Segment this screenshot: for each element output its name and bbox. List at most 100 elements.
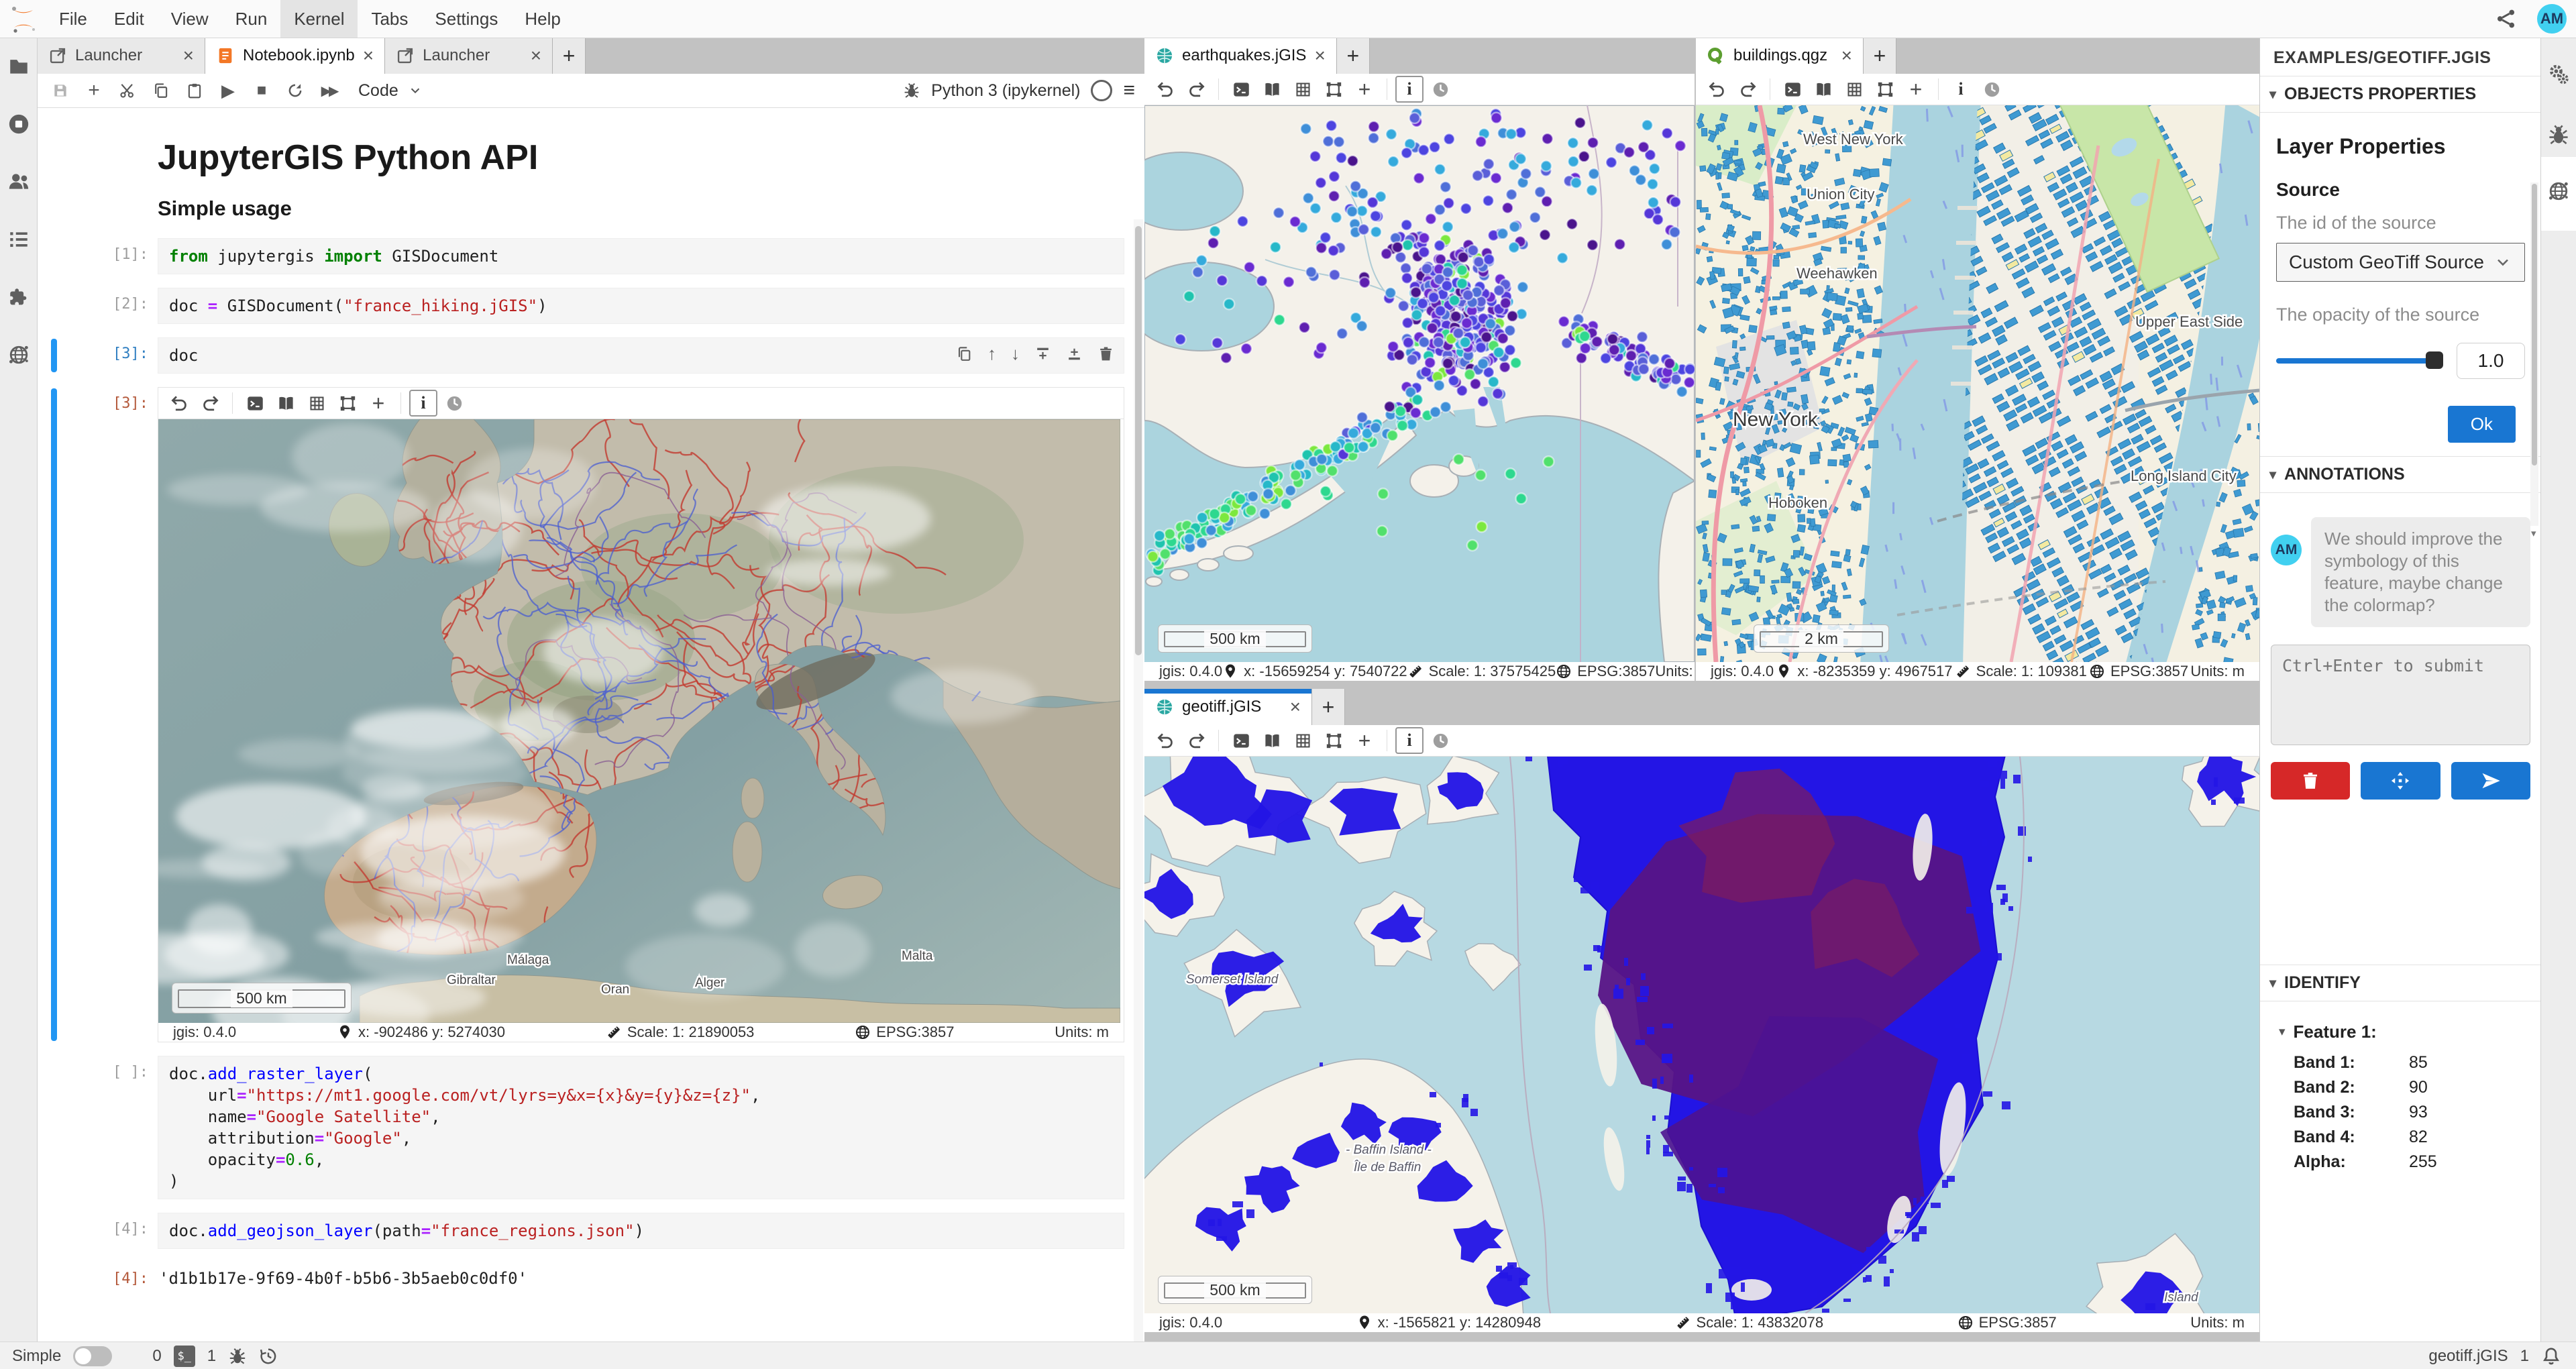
history-icon[interactable] [259,1347,278,1366]
cell-type-dropdown[interactable]: Code [358,81,423,101]
extent-icon[interactable] [1871,76,1899,103]
section-annotations[interactable]: ▾ ANNOTATIONS [2260,457,2541,493]
jupytergis-panel-icon[interactable] [7,343,30,366]
collaboration-icon[interactable] [7,170,30,193]
close-icon[interactable]: × [183,46,194,65]
redo-icon[interactable] [1733,76,1762,103]
identify-icon[interactable]: i [1395,727,1424,754]
new-tab-button[interactable]: + [553,38,586,74]
save-icon[interactable] [47,77,74,104]
ok-button[interactable]: Ok [2448,406,2516,443]
slider-knob[interactable] [2426,351,2443,369]
stop-icon[interactable]: ■ [248,77,275,104]
section-identify[interactable]: ▾ IDENTIFY [2260,965,2541,1001]
grid-icon[interactable] [303,390,331,417]
cell-collapser[interactable] [51,339,57,372]
toolbar-menu-icon[interactable]: ≡ [1123,79,1135,102]
add-layer-icon[interactable]: + [1902,76,1930,103]
kernel-name[interactable]: Python 3 (ipykernel) [931,81,1080,101]
simple-mode-toggle[interactable] [73,1346,112,1366]
buildings-map[interactable]: West New York Union City Weehawken Hobok… [1696,105,2259,662]
identify-icon[interactable]: i [1395,76,1424,103]
delete-annotation-button[interactable] [2271,762,2350,800]
debugger-icon[interactable] [903,82,920,99]
extent-icon[interactable] [333,390,362,417]
tab-launcher-1[interactable]: Launcher × [38,38,205,74]
temporal-clock-icon[interactable] [1426,727,1454,754]
menu-help[interactable]: Help [511,0,574,38]
console-icon[interactable] [241,390,269,417]
undo-icon[interactable] [1151,727,1179,754]
kernel-busy-icon[interactable] [228,1347,247,1366]
output-collapser[interactable] [51,388,57,1041]
submit-annotation-button[interactable] [2451,762,2530,800]
grid-icon[interactable] [1840,76,1868,103]
close-icon[interactable]: × [1841,46,1852,65]
earthquakes-map[interactable]: 500 km [1144,105,1695,662]
identify-feature[interactable]: ▾Feature 1: [2279,1022,2525,1042]
menu-kernel[interactable]: Kernel [280,0,358,38]
insert-cell-icon[interactable]: + [80,77,107,104]
console-badge-icon[interactable]: $_ [174,1346,195,1367]
run-all-icon[interactable]: ▶▶ [315,77,342,104]
undo-icon[interactable] [1151,76,1179,103]
new-tab-button[interactable]: + [1864,38,1896,74]
property-inspector-icon[interactable] [2547,63,2570,86]
undo-icon[interactable] [165,390,193,417]
share-icon[interactable] [2493,5,2520,32]
symbology-icon[interactable] [1258,727,1286,754]
output-collapser[interactable] [51,1264,57,1286]
identify-icon[interactable]: i [409,390,437,417]
console-icon[interactable] [1227,727,1255,754]
file-browser-icon[interactable] [7,55,30,78]
code-input[interactable]: doc.add_raster_layer( url="https://mt1.g… [158,1056,1124,1199]
add-layer-icon[interactable]: + [364,390,392,417]
run-icon[interactable]: ▶ [215,77,241,104]
table-of-contents-icon[interactable] [7,228,30,251]
tab-geotiff[interactable]: geotiff.jGIS × [1144,689,1312,725]
close-icon[interactable]: × [1290,698,1301,716]
cell-collapser[interactable] [51,125,57,223]
grid-icon[interactable] [1289,727,1317,754]
center-annotation-button[interactable] [2361,762,2440,800]
delete-cell-icon[interactable] [1097,343,1114,364]
symbology-icon[interactable] [1258,76,1286,103]
code-input[interactable]: doc ↑ ↓ [158,337,1124,374]
code-input[interactable]: from jupytergis import GISDocument [158,238,1124,274]
bell-icon[interactable] [2541,1346,2561,1366]
add-layer-icon[interactable]: + [1350,76,1379,103]
cell-collapser[interactable] [51,1214,57,1248]
section-objects-properties[interactable]: ▾ OBJECTS PROPERTIES [2260,76,2541,113]
add-layer-icon[interactable]: + [1350,727,1379,754]
panel-scrollbar[interactable]: ▾ [2530,182,2538,526]
opacity-value[interactable]: 1.0 [2457,343,2525,379]
france-map[interactable]: Málaga Oran Alger Malta Gibraltar 500 km [158,419,1120,1023]
console-icon[interactable] [1778,76,1807,103]
jupytergis-right-panel-icon[interactable] [2547,180,2570,203]
running-kernels-icon[interactable] [7,113,30,135]
source-select[interactable]: Custom GeoTiff Source [2276,243,2525,282]
identify-icon[interactable]: i [1947,76,1975,103]
redo-icon[interactable] [1182,76,1210,103]
paste-cell-icon[interactable] [181,77,208,104]
temporal-clock-icon[interactable] [1426,76,1454,103]
insert-above-icon[interactable] [1034,343,1051,364]
menu-edit[interactable]: Edit [101,0,158,38]
notebook-scrollbar[interactable] [1134,219,1143,1342]
cell-collapser[interactable] [51,239,57,273]
restart-kernel-icon[interactable] [282,77,309,104]
tab-launcher-2[interactable]: Launcher × [385,38,553,74]
grid-icon[interactable] [1289,76,1317,103]
move-up-icon[interactable]: ↑ [987,343,996,364]
user-avatar[interactable]: AM [2537,4,2567,34]
annotation-input[interactable] [2271,645,2530,745]
menu-tabs[interactable]: Tabs [358,0,421,38]
extent-icon[interactable] [1320,76,1348,103]
redo-icon[interactable] [1182,727,1210,754]
tab-notebook[interactable]: Notebook.ipynb × [205,38,385,74]
code-input[interactable]: doc = GISDocument("france_hiking.jGIS") [158,288,1124,324]
temporal-clock-icon[interactable] [1978,76,2006,103]
cut-cell-icon[interactable] [114,77,141,104]
code-input[interactable]: doc.add_geojson_layer(path="france_regio… [158,1213,1124,1249]
insert-below-icon[interactable] [1066,343,1083,364]
